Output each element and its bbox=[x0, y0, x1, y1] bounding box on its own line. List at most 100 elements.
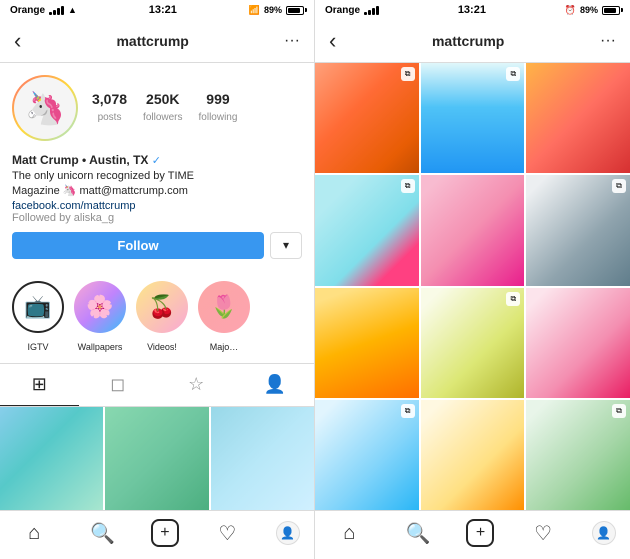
grid-r-1[interactable]: ⧉ bbox=[315, 63, 419, 173]
stat-following-label: following bbox=[199, 112, 238, 123]
bio-link[interactable]: facebook.com/mattcrump bbox=[12, 200, 302, 212]
profile-title-right: mattcrump bbox=[432, 33, 504, 49]
carrier-left: Orange bbox=[10, 5, 45, 16]
alarm-right: ⏰ bbox=[565, 5, 576, 16]
nav-activity-left[interactable]: ♡ bbox=[207, 521, 247, 545]
tab-bar-left: ⊞ ◻ ☆ 👤 bbox=[0, 364, 314, 407]
more-button-right[interactable]: ··· bbox=[600, 32, 616, 50]
grid-r-4[interactable]: ⧉ bbox=[315, 175, 419, 285]
photo-grid-right: ⧉ ⧉ ⧉ ⧉ ⧉ ⧉ ⧉ bbox=[315, 63, 630, 510]
more-button-left[interactable]: ··· bbox=[284, 32, 300, 50]
tab-contact[interactable]: 👤 bbox=[236, 364, 315, 406]
nav-bar-left: ‹ mattcrump ··· bbox=[0, 20, 314, 63]
status-bar-right: Orange 13:21 ⏰ 89% bbox=[315, 0, 630, 20]
story-circle-majo: 🌷 bbox=[198, 281, 250, 333]
signal-bar-2 bbox=[53, 10, 56, 15]
photo-grid-left bbox=[0, 407, 314, 510]
avatar-container: 🦄 bbox=[12, 75, 78, 141]
profile-title-left: mattcrump bbox=[116, 33, 188, 49]
stat-followers-number: 250K bbox=[143, 91, 182, 107]
signal-bar-r2 bbox=[368, 10, 371, 15]
time-right: 13:21 bbox=[458, 4, 486, 16]
grid-cell-3[interactable] bbox=[211, 407, 314, 510]
grid-r-8[interactable]: ⧉ bbox=[421, 288, 525, 398]
profile-top: 🦄 3,078 posts 250K followers 999 followi… bbox=[12, 75, 302, 141]
signal-bar-1 bbox=[49, 12, 52, 15]
signal-bar-r1 bbox=[364, 12, 367, 15]
grid-r-7[interactable] bbox=[315, 288, 419, 398]
bio-text-2: Magazine 🦄 matt@mattcrump.com bbox=[12, 184, 302, 199]
multi-badge-4: ⧉ bbox=[401, 179, 415, 193]
grid-r-12[interactable]: ⧉ bbox=[526, 400, 630, 510]
story-igtv[interactable]: 📺 IGTV bbox=[12, 281, 64, 355]
grid-r-11[interactable] bbox=[421, 400, 525, 510]
grid-r-6[interactable]: ⧉ bbox=[526, 175, 630, 285]
grid-r-2[interactable]: ⧉ bbox=[421, 63, 525, 173]
story-majo[interactable]: 🌷 Majo… bbox=[198, 281, 250, 355]
stat-following-number: 999 bbox=[199, 91, 238, 107]
dropdown-button[interactable]: ▾ bbox=[270, 232, 302, 259]
tab-grid[interactable]: ⊞ bbox=[0, 364, 79, 406]
wifi-left: ▲ bbox=[68, 5, 77, 15]
nav-home-left[interactable]: ⌂ bbox=[14, 521, 54, 545]
nav-bar-right: ‹ mattcrump ··· bbox=[315, 20, 630, 63]
nav-add-right[interactable]: + bbox=[466, 519, 494, 547]
nav-add-left[interactable]: + bbox=[151, 519, 179, 547]
nav-profile-right[interactable]: 👤 bbox=[592, 521, 616, 545]
story-label-wallpapers: Wallpapers bbox=[78, 342, 123, 352]
battery-right bbox=[602, 6, 620, 15]
multi-badge-10: ⧉ bbox=[401, 404, 415, 418]
grid-cell-1[interactable] bbox=[0, 407, 103, 510]
stat-posts-label: posts bbox=[98, 112, 122, 123]
bio-text-1: The only unicorn recognized by TIME bbox=[12, 169, 302, 184]
grid-r-9[interactable] bbox=[526, 288, 630, 398]
signal-bars-right bbox=[364, 6, 379, 15]
verified-badge: ✓ bbox=[152, 155, 161, 167]
carrier-right: Orange bbox=[325, 5, 360, 16]
stat-posts[interactable]: 3,078 posts bbox=[92, 91, 127, 125]
battery-fill-left bbox=[288, 8, 300, 13]
multi-badge-12: ⧉ bbox=[612, 404, 626, 418]
bottom-nav-left: ⌂ 🔍 + ♡ 👤 bbox=[0, 510, 314, 559]
story-circle-videos: 🍒 bbox=[136, 281, 188, 333]
story-label-videos: Videos! bbox=[147, 342, 177, 352]
story-label-igtv: IGTV bbox=[27, 342, 48, 352]
avatar: 🦄 bbox=[14, 77, 76, 139]
battery-pct-right: 89% bbox=[580, 5, 598, 15]
nav-search-left[interactable]: 🔍 bbox=[83, 521, 123, 545]
story-wallpapers[interactable]: 🌸 Wallpapers bbox=[74, 281, 126, 355]
right-panel: Orange 13:21 ⏰ 89% ‹ mattcrump ··· ⧉ bbox=[315, 0, 630, 559]
signal-bar-r3 bbox=[372, 8, 375, 15]
story-videos[interactable]: 🍒 Videos! bbox=[136, 281, 188, 355]
signal-bar-r4 bbox=[376, 6, 379, 15]
bio-name: Matt Crump • Austin, TX bbox=[12, 153, 152, 167]
follow-button[interactable]: Follow bbox=[12, 232, 264, 259]
multi-badge-6: ⧉ bbox=[612, 179, 626, 193]
nav-search-right[interactable]: 🔍 bbox=[398, 521, 438, 545]
action-row: Follow ▾ bbox=[12, 232, 302, 259]
stat-following[interactable]: 999 following bbox=[199, 91, 238, 125]
tab-tagged[interactable]: ☆ bbox=[157, 364, 236, 406]
grid-r-10[interactable]: ⧉ bbox=[315, 400, 419, 510]
profile-section: 🦄 3,078 posts 250K followers 999 followi… bbox=[0, 63, 314, 277]
time-left: 13:21 bbox=[149, 4, 177, 16]
stat-followers[interactable]: 250K followers bbox=[143, 91, 182, 125]
status-left: Orange ▲ bbox=[10, 5, 77, 16]
stories-row: 📺 IGTV 🌸 Wallpapers 🍒 Videos! 🌷 Majo… bbox=[0, 277, 314, 364]
grid-cell-2[interactable] bbox=[105, 407, 208, 510]
grid-r-3[interactable] bbox=[526, 63, 630, 173]
back-button-left[interactable]: ‹ bbox=[14, 28, 21, 54]
multi-badge-1: ⧉ bbox=[401, 67, 415, 81]
signal-bar-4 bbox=[61, 6, 64, 15]
stat-posts-number: 3,078 bbox=[92, 91, 127, 107]
nav-activity-right[interactable]: ♡ bbox=[523, 521, 563, 545]
tab-list[interactable]: ◻ bbox=[79, 364, 158, 406]
nav-profile-left[interactable]: 👤 bbox=[276, 521, 300, 545]
grid-r-5[interactable] bbox=[421, 175, 525, 285]
stat-followers-label: followers bbox=[143, 112, 182, 123]
nav-home-right[interactable]: ⌂ bbox=[329, 521, 369, 545]
signal-bars-left bbox=[49, 6, 64, 15]
signal-bar-3 bbox=[57, 8, 60, 15]
back-button-right[interactable]: ‹ bbox=[329, 28, 336, 54]
battery-pct-left: 89% bbox=[264, 5, 282, 15]
